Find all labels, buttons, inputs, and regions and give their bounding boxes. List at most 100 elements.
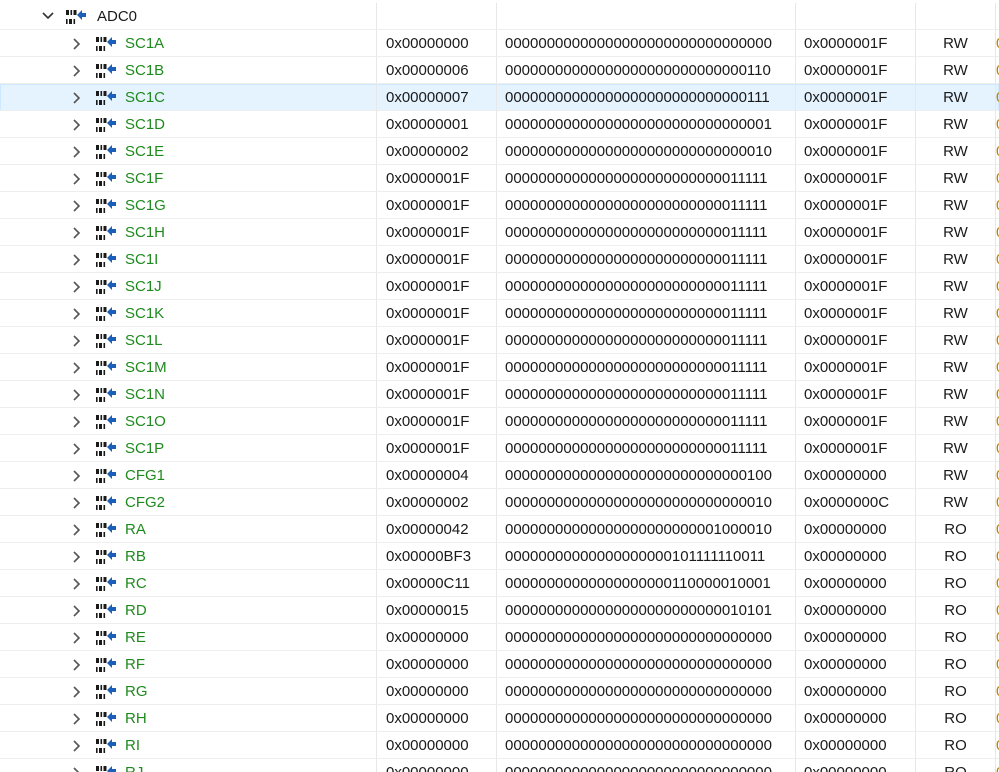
register-row[interactable]: SC1N 0x0000001F 00000000000000000000000000…	[0, 381, 999, 408]
register-value[interactable]: 0x00000000	[377, 651, 497, 678]
chevron-right-icon[interactable]	[70, 111, 84, 137]
chevron-right-icon[interactable]	[70, 381, 84, 407]
register-binary[interactable]: 00000000000000000000000001000010	[497, 516, 796, 543]
chevron-right-icon[interactable]	[70, 651, 84, 677]
register-row[interactable]: SC1G 0x0000001F 00000000000000000000000000…	[0, 192, 999, 219]
chevron-right-icon[interactable]	[70, 300, 84, 326]
register-value[interactable]: 0x0000001F	[377, 381, 497, 408]
chevron-right-icon[interactable]	[70, 462, 84, 488]
chevron-right-icon[interactable]	[70, 732, 84, 758]
register-value[interactable]: 0x0000001F	[377, 327, 497, 354]
register-row[interactable]: SC1J 0x0000001F 00000000000000000000000000…	[0, 273, 999, 300]
register-binary[interactable]: 00000000000000000000000000011111	[497, 300, 796, 327]
register-binary[interactable]: 00000000000000000000000000011111	[497, 327, 796, 354]
chevron-right-icon[interactable]	[70, 327, 84, 353]
register-row[interactable]: SC1C 0x00000007 00000000000000000000000000…	[0, 84, 999, 111]
chevron-right-icon[interactable]	[70, 138, 84, 164]
register-row[interactable]: RC 0x00000C11 0000000000000000000011000001…	[0, 570, 999, 597]
register-binary[interactable]: 00000000000000000000000000000100	[497, 462, 796, 489]
register-row[interactable]: SC1E 0x00000002 00000000000000000000000000…	[0, 138, 999, 165]
chevron-right-icon[interactable]	[70, 570, 84, 596]
register-binary[interactable]: 00000000000000000000110000010001	[497, 570, 796, 597]
register-row[interactable]: SC1H 0x0000001F 00000000000000000000000000…	[0, 219, 999, 246]
register-row[interactable]: SC1P 0x0000001F 00000000000000000000000000…	[0, 435, 999, 462]
register-binary[interactable]: 00000000000000000000000000000111	[497, 84, 796, 111]
register-binary[interactable]: 00000000000000000000000000000000	[497, 705, 796, 732]
register-row[interactable]: RJ 0x000000000000000000000000000000000000…	[0, 759, 999, 772]
register-value[interactable]: 0x00000000	[377, 732, 497, 759]
register-value[interactable]: 0x00000000	[377, 759, 497, 772]
register-binary[interactable]: 00000000000000000000000000010101	[497, 597, 796, 624]
register-binary[interactable]: 00000000000000000000000000000000	[497, 624, 796, 651]
register-row[interactable]: RG 0x00000000 0000000000000000000000000000…	[0, 678, 999, 705]
chevron-right-icon[interactable]	[70, 192, 84, 218]
register-binary[interactable]: 00000000000000000000000000011111	[497, 273, 796, 300]
register-row[interactable]: RD 0x00000015 0000000000000000000000000001…	[0, 597, 999, 624]
register-binary[interactable]: 00000000000000000000000000000000	[497, 732, 796, 759]
register-value[interactable]: 0x00000C11	[377, 570, 497, 597]
register-value[interactable]: 0x00000000	[377, 624, 497, 651]
register-value[interactable]: 0x00000015	[377, 597, 497, 624]
register-row[interactable]: RH 0x00000000 0000000000000000000000000000…	[0, 705, 999, 732]
register-row[interactable]: SC1D 0x00000001 00000000000000000000000000…	[0, 111, 999, 138]
chevron-right-icon[interactable]	[70, 30, 84, 56]
chevron-right-icon[interactable]	[70, 759, 84, 772]
register-binary[interactable]: 00000000000000000000000000000010	[497, 489, 796, 516]
register-binary[interactable]: 00000000000000000000000000000000	[497, 678, 796, 705]
chevron-right-icon[interactable]	[70, 57, 84, 83]
register-value[interactable]: 0x0000001F	[377, 219, 497, 246]
chevron-right-icon[interactable]	[70, 354, 84, 380]
register-row[interactable]: SC1M 0x0000001F 00000000000000000000000000…	[0, 354, 999, 381]
register-binary[interactable]: 00000000000000000000000000000000	[497, 759, 796, 772]
register-row[interactable]: RB 0x00000BF3 0000000000000000000010111111…	[0, 543, 999, 570]
register-value[interactable]: 0x00000000	[377, 678, 497, 705]
register-row[interactable]: SC1F 0x0000001F 00000000000000000000000000…	[0, 165, 999, 192]
register-row[interactable]: SC1I 0x0000001F 00000000000000000000000000…	[0, 246, 999, 273]
register-tree[interactable]: ADC0 SC1A 0x00000000 000000000000000000000…	[0, 0, 999, 772]
register-binary[interactable]: 00000000000000000000000000011111	[497, 219, 796, 246]
chevron-right-icon[interactable]	[70, 84, 84, 110]
chevron-right-icon[interactable]	[70, 543, 84, 569]
register-binary[interactable]: 00000000000000000000000000000001	[497, 111, 796, 138]
register-binary[interactable]: 00000000000000000000000000011111	[497, 165, 796, 192]
chevron-right-icon[interactable]	[70, 165, 84, 191]
register-binary[interactable]: 00000000000000000000000000000110	[497, 57, 796, 84]
register-row[interactable]: RE 0x00000000 0000000000000000000000000000…	[0, 624, 999, 651]
register-row[interactable]: CFG1 0x00000004 00000000000000000000000000…	[0, 462, 999, 489]
chevron-right-icon[interactable]	[70, 219, 84, 245]
chevron-right-icon[interactable]	[70, 435, 84, 461]
register-row[interactable]: SC1B 0x00000006 00000000000000000000000000…	[0, 57, 999, 84]
chevron-right-icon[interactable]	[70, 246, 84, 272]
register-value[interactable]: 0x0000001F	[377, 300, 497, 327]
chevron-right-icon[interactable]	[70, 489, 84, 515]
register-value[interactable]: 0x0000001F	[377, 246, 497, 273]
chevron-right-icon[interactable]	[70, 516, 84, 542]
chevron-right-icon[interactable]	[70, 678, 84, 704]
chevron-right-icon[interactable]	[70, 408, 84, 434]
register-value[interactable]: 0x0000001F	[377, 354, 497, 381]
register-binary[interactable]: 00000000000000000000000000011111	[497, 246, 796, 273]
register-row[interactable]: RF 0x00000000 0000000000000000000000000000…	[0, 651, 999, 678]
peripheral-row[interactable]: ADC0	[0, 3, 999, 30]
register-row[interactable]: RI 0x00000000 0000000000000000000000000000…	[0, 732, 999, 759]
register-row[interactable]: CFG2 0x00000002 00000000000000000000000000…	[0, 489, 999, 516]
register-value[interactable]: 0x00000002	[377, 489, 497, 516]
register-value[interactable]: 0x0000001F	[377, 408, 497, 435]
register-binary[interactable]: 00000000000000000000000000000000	[497, 30, 796, 57]
chevron-right-icon[interactable]	[70, 705, 84, 731]
chevron-right-icon[interactable]	[70, 273, 84, 299]
register-value[interactable]: 0x00000000	[377, 30, 497, 57]
register-binary[interactable]: 00000000000000000000000000000010	[497, 138, 796, 165]
register-value[interactable]: 0x00000002	[377, 138, 497, 165]
register-value[interactable]: 0x00000042	[377, 516, 497, 543]
register-value[interactable]: 0x00000004	[377, 462, 497, 489]
register-value[interactable]: 0x00000BF3	[377, 543, 497, 570]
register-value[interactable]: 0x0000001F	[377, 273, 497, 300]
register-binary[interactable]: 00000000000000000000000000011111	[497, 192, 796, 219]
register-value[interactable]: 0x00000000	[377, 705, 497, 732]
register-row[interactable]: SC1K 0x0000001F 00000000000000000000000000…	[0, 300, 999, 327]
register-value[interactable]: 0x00000007	[377, 84, 497, 111]
register-value[interactable]: 0x00000006	[377, 57, 497, 84]
register-binary[interactable]: 00000000000000000000000000011111	[497, 435, 796, 462]
register-value[interactable]: 0x0000001F	[377, 165, 497, 192]
